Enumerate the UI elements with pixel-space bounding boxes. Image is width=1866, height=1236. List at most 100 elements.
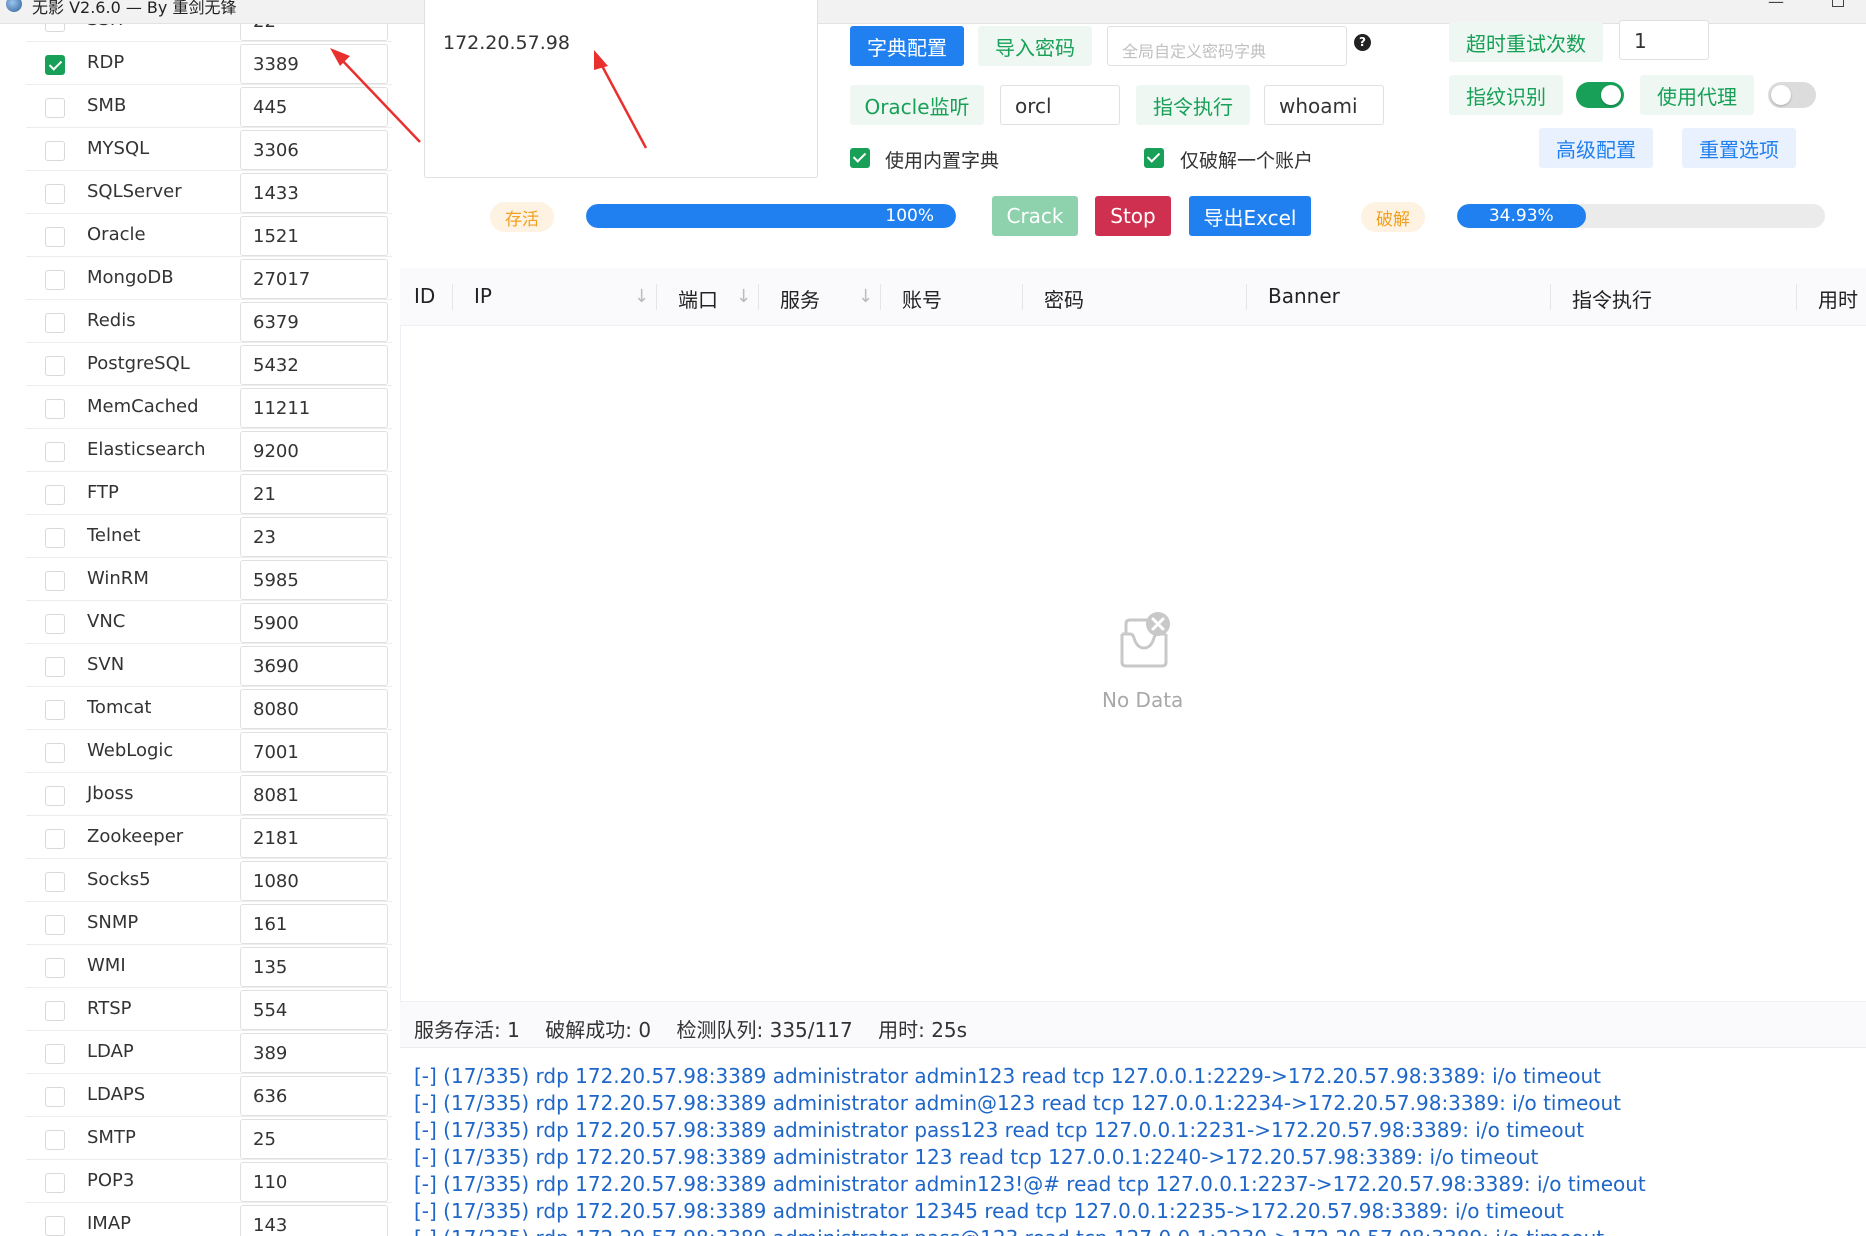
- service-row[interactable]: MYSQL 3306: [26, 128, 392, 171]
- service-checkbox[interactable]: [45, 700, 65, 720]
- service-port-input[interactable]: 8080: [240, 689, 388, 729]
- crack-button[interactable]: Crack: [992, 196, 1078, 236]
- service-port-input[interactable]: 3389: [240, 44, 388, 84]
- service-port-input[interactable]: 1080: [240, 861, 388, 901]
- service-row[interactable]: RDP 3389: [26, 42, 392, 85]
- service-checkbox[interactable]: [45, 485, 65, 505]
- service-row[interactable]: PostgreSQL 5432: [26, 343, 392, 386]
- service-port-input[interactable]: 23: [240, 517, 388, 557]
- service-checkbox[interactable]: [45, 829, 65, 849]
- service-row[interactable]: Jboss 8081: [26, 773, 392, 816]
- service-row[interactable]: RTSP 554: [26, 988, 392, 1031]
- service-row[interactable]: Telnet 23: [26, 515, 392, 558]
- service-checkbox[interactable]: [45, 614, 65, 634]
- fingerprint-switch[interactable]: [1576, 82, 1624, 108]
- crack-one-checkbox[interactable]: [1144, 148, 1164, 168]
- service-port-input[interactable]: 135: [240, 947, 388, 987]
- service-port-input[interactable]: 636: [240, 1076, 388, 1116]
- column-banner[interactable]: Banner: [1268, 284, 1340, 308]
- service-checkbox[interactable]: [45, 98, 65, 118]
- service-checkbox[interactable]: [45, 1001, 65, 1021]
- target-textarea[interactable]: 172.20.57.98: [424, 0, 818, 178]
- service-port-input[interactable]: 1521: [240, 216, 388, 256]
- service-checkbox[interactable]: [45, 958, 65, 978]
- service-port-input[interactable]: 445: [240, 87, 388, 127]
- service-port-input[interactable]: 6379: [240, 302, 388, 342]
- service-checkbox[interactable]: [45, 1173, 65, 1193]
- service-row[interactable]: Elasticsearch 9200: [26, 429, 392, 472]
- service-checkbox[interactable]: [45, 141, 65, 161]
- column-port[interactable]: 端口: [678, 284, 718, 313]
- timeout-retry-input[interactable]: 1: [1619, 20, 1709, 60]
- service-row[interactable]: WinRM 5985: [26, 558, 392, 601]
- service-checkbox[interactable]: [45, 1087, 65, 1107]
- service-checkbox[interactable]: [45, 1130, 65, 1150]
- service-checkbox[interactable]: [45, 1044, 65, 1064]
- column-duration[interactable]: 用时: [1818, 284, 1858, 313]
- service-checkbox[interactable]: [45, 313, 65, 333]
- sort-arrow-icon[interactable]: ↓: [858, 286, 873, 307]
- sort-arrow-icon[interactable]: ↓: [634, 286, 649, 307]
- service-row[interactable]: SMTP 25: [26, 1117, 392, 1160]
- service-port-input[interactable]: 1433: [240, 173, 388, 213]
- import-password-button[interactable]: 导入密码: [978, 26, 1092, 66]
- service-checkbox[interactable]: [45, 227, 65, 247]
- service-checkbox[interactable]: [45, 786, 65, 806]
- service-port-input[interactable]: 554: [240, 990, 388, 1030]
- service-row[interactable]: WebLogic 7001: [26, 730, 392, 773]
- dict-config-button[interactable]: 字典配置: [850, 26, 964, 66]
- service-port-input[interactable]: 5985: [240, 560, 388, 600]
- service-row[interactable]: FTP 21: [26, 472, 392, 515]
- service-port-input[interactable]: 11211: [240, 388, 388, 428]
- service-checkbox[interactable]: [45, 399, 65, 419]
- log-area[interactable]: [-] (17/335) rdp 172.20.57.98:3389 admin…: [400, 1048, 1866, 1236]
- proxy-switch[interactable]: [1768, 82, 1816, 108]
- question-circle-icon[interactable]: ?: [1354, 34, 1371, 51]
- service-checkbox[interactable]: [45, 270, 65, 290]
- service-row[interactable]: Oracle 1521: [26, 214, 392, 257]
- service-row[interactable]: IMAP 143: [26, 1203, 392, 1236]
- service-port-input[interactable]: 5900: [240, 603, 388, 643]
- service-port-input[interactable]: 161: [240, 904, 388, 944]
- service-checkbox[interactable]: [45, 571, 65, 591]
- service-row[interactable]: Socks5 1080: [26, 859, 392, 902]
- service-row[interactable]: SSH 22: [26, 24, 392, 42]
- column-account[interactable]: 账号: [902, 284, 942, 313]
- service-port-input[interactable]: 143: [240, 1205, 388, 1236]
- service-port-input[interactable]: 21: [240, 474, 388, 514]
- column-service[interactable]: 服务: [780, 284, 820, 313]
- service-row[interactable]: WMI 135: [26, 945, 392, 988]
- service-port-input[interactable]: 3306: [240, 130, 388, 170]
- command-exec-input[interactable]: whoami: [1264, 85, 1384, 125]
- column-command[interactable]: 指令执行: [1572, 284, 1652, 313]
- service-port-input[interactable]: 389: [240, 1033, 388, 1073]
- service-row[interactable]: LDAP 389: [26, 1031, 392, 1074]
- stop-button[interactable]: Stop: [1095, 196, 1171, 236]
- column-password[interactable]: 密码: [1044, 284, 1084, 313]
- service-port-input[interactable]: 22: [240, 24, 388, 41]
- service-checkbox[interactable]: [45, 528, 65, 548]
- service-row[interactable]: SQLServer 1433: [26, 171, 392, 214]
- service-row[interactable]: SMB 445: [26, 85, 392, 128]
- service-row[interactable]: MongoDB 27017: [26, 257, 392, 300]
- service-row[interactable]: POP3 110: [26, 1160, 392, 1203]
- advanced-config-button[interactable]: 高级配置: [1539, 128, 1653, 168]
- minimize-icon[interactable]: —: [1768, 0, 1784, 11]
- service-port-input[interactable]: 3690: [240, 646, 388, 686]
- service-port-input[interactable]: 110: [240, 1162, 388, 1202]
- service-row[interactable]: VNC 5900: [26, 601, 392, 644]
- maximize-icon[interactable]: [1832, 0, 1844, 7]
- oracle-listener-input[interactable]: orcl: [1000, 85, 1120, 125]
- service-checkbox[interactable]: [45, 184, 65, 204]
- service-row[interactable]: Zookeeper 2181: [26, 816, 392, 859]
- service-row[interactable]: SNMP 161: [26, 902, 392, 945]
- service-checkbox[interactable]: [45, 24, 65, 32]
- service-port-input[interactable]: 25: [240, 1119, 388, 1159]
- service-row[interactable]: Tomcat 8080: [26, 687, 392, 730]
- service-checkbox[interactable]: [45, 1216, 65, 1236]
- column-ip[interactable]: IP: [474, 284, 492, 308]
- service-checkbox[interactable]: [45, 55, 65, 75]
- service-checkbox[interactable]: [45, 915, 65, 935]
- column-id[interactable]: ID: [414, 284, 435, 308]
- service-port-input[interactable]: 2181: [240, 818, 388, 858]
